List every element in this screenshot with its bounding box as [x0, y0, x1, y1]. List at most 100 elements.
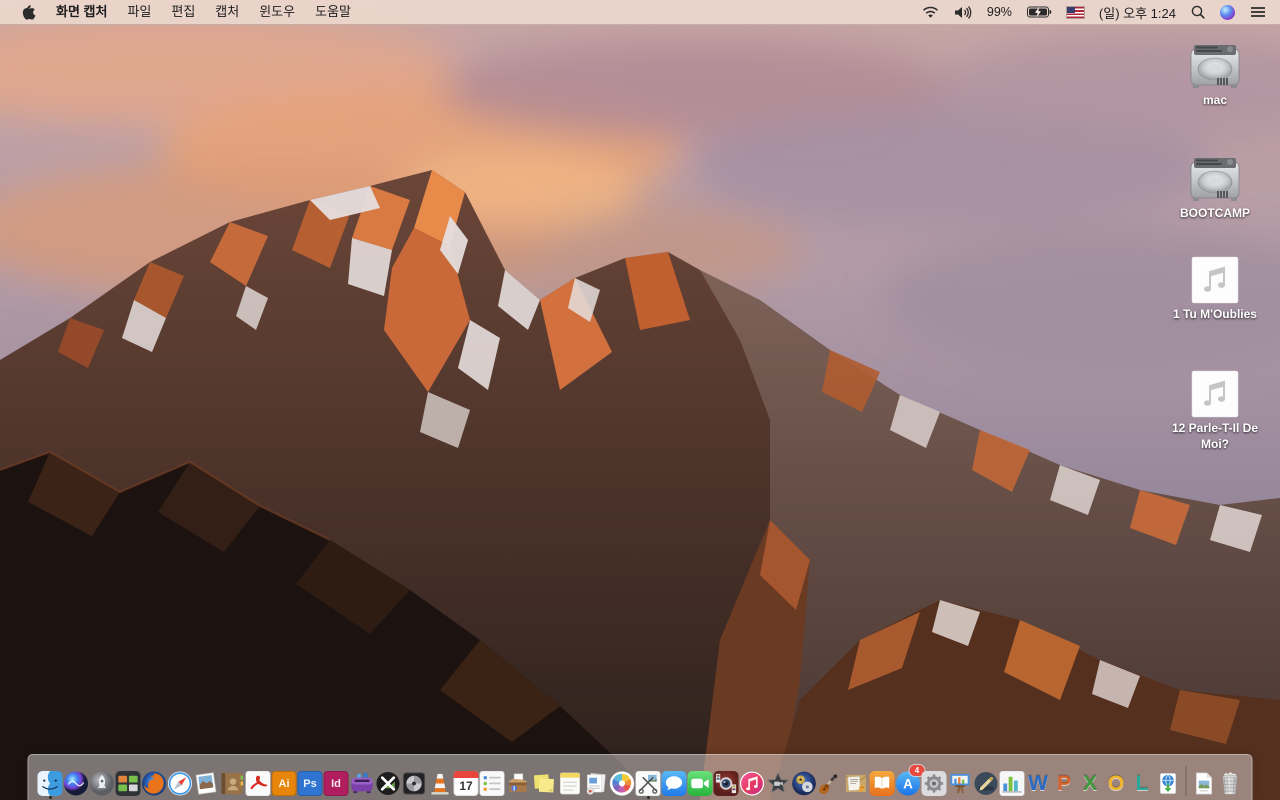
dock-icon-garageband[interactable]	[818, 768, 843, 796]
dock-icon-mission-control[interactable]	[115, 768, 141, 796]
notification-center-icon[interactable]	[1246, 6, 1270, 18]
siri-icon[interactable]	[1216, 4, 1239, 20]
desktop-icon-audio-12[interactable]: 12 Parle-T-Il De Moi?	[1155, 370, 1275, 452]
firefox-icon	[141, 771, 167, 796]
dock-icon-lync[interactable]: L	[1130, 768, 1155, 796]
dock-icon-photoshop[interactable]: Ps	[297, 768, 323, 796]
dock-icon-dvd-player[interactable]	[792, 768, 817, 796]
dock-icon-image-file[interactable]	[1192, 768, 1217, 796]
dock-icon-excel[interactable]: X	[1078, 768, 1103, 796]
dock-icon-vlc[interactable]	[428, 768, 453, 796]
dock-icon-calendar[interactable]: 17	[453, 768, 479, 796]
dock-icon-reminders[interactable]	[479, 768, 505, 796]
dock-icon-ibooks[interactable]	[869, 768, 895, 796]
wifi-icon[interactable]	[918, 6, 943, 19]
battery-charging-icon[interactable]	[1023, 6, 1056, 18]
calendar-day-number: 17	[459, 779, 473, 793]
dock-icon-launchpad[interactable]	[89, 768, 115, 796]
dock-icon-itunes[interactable]	[739, 768, 765, 796]
desktop-icon-label: 1 Tu M'Oublies	[1173, 307, 1257, 321]
dock-icon-siri[interactable]	[63, 768, 89, 796]
desktop-icon-label: mac	[1202, 93, 1228, 107]
menu-bar-status: 99% (일) 오후 1:24	[918, 0, 1280, 24]
dock-icon-finder[interactable]	[37, 768, 63, 799]
dock-icon-documents-app[interactable]	[584, 768, 609, 796]
desktop-icon-bootcamp[interactable]: BOOTCAMP	[1155, 155, 1275, 222]
dock-icon-photo-booth[interactable]	[713, 768, 739, 796]
vlc-icon	[428, 771, 453, 796]
dock-icon-photos[interactable]	[609, 768, 635, 796]
xee-icon	[376, 771, 401, 796]
dock-icon-disk-tool[interactable]	[402, 768, 427, 796]
dock-icon-contacts[interactable]	[220, 768, 245, 796]
volume-icon[interactable]	[950, 5, 976, 19]
dock-icon-preview[interactable]	[194, 768, 219, 796]
spotlight-search-icon[interactable]	[1187, 5, 1209, 19]
finder-icon	[37, 771, 63, 796]
dock-icon-stickies[interactable]	[532, 768, 557, 796]
menu-clock[interactable]: (일) 오후 1:24	[1095, 3, 1180, 22]
dock-icon-app-store[interactable]: A4	[895, 765, 925, 796]
reminders-icon	[479, 771, 505, 796]
apple-menu-icon[interactable]	[12, 4, 46, 20]
dock-icon-messages[interactable]	[661, 768, 687, 796]
dock-icon-outlook[interactable]: O	[1104, 768, 1129, 796]
photo-booth-icon	[713, 771, 739, 796]
dock-icon-powerpoint[interactable]: P	[1052, 768, 1077, 796]
desktop-icon-label: BOOTCAMP	[1180, 206, 1250, 220]
desktop-icon-audio-1[interactable]: 1 Tu M'Oublies	[1155, 256, 1275, 323]
messages-icon	[661, 771, 687, 796]
running-indicator-dot	[646, 796, 650, 799]
menu-window[interactable]: 윈도우	[249, 0, 305, 24]
dock-icon-archive-utility[interactable]	[506, 768, 531, 796]
menu-help[interactable]: 도움말	[305, 0, 361, 24]
menu-file[interactable]: 파일	[117, 0, 161, 24]
dock-icon-pages[interactable]	[974, 768, 999, 796]
ibooks-icon	[869, 771, 895, 796]
image-file-icon	[1192, 771, 1217, 796]
dock-icon-acrobat[interactable]	[245, 768, 271, 796]
photoshop-letters: Ps	[297, 771, 323, 796]
dock-icon-ms-update[interactable]	[1156, 768, 1181, 796]
lync-icon: L	[1130, 771, 1155, 796]
calendar-icon: 17	[453, 771, 479, 796]
dock-icon-envelope-docs[interactable]	[844, 768, 869, 796]
word-letter: W	[1028, 772, 1048, 795]
excel-letter: X	[1082, 772, 1097, 795]
illustrator-letters: Ai	[271, 771, 297, 796]
dock-icon-trash[interactable]	[1218, 768, 1243, 796]
dock-icon-toast[interactable]	[350, 768, 375, 796]
dock-icon-keynote[interactable]	[948, 768, 973, 796]
audio-file-icon	[1189, 370, 1241, 418]
dock-icon-facetime[interactable]	[687, 768, 713, 796]
dock-icon-word[interactable]: W	[1026, 768, 1051, 796]
menu-app-name[interactable]: 화면 캡처	[46, 0, 117, 24]
desktop-icon-mac[interactable]: mac	[1155, 42, 1275, 109]
powerpoint-letter: P	[1056, 772, 1071, 795]
garageband-icon	[818, 771, 843, 796]
dock-separator	[1185, 766, 1187, 796]
dock-icon-illustrator[interactable]: Ai	[271, 768, 297, 796]
dock-icon-firefox[interactable]	[141, 768, 167, 796]
dock-icon-grab[interactable]	[635, 768, 661, 799]
battery-percent: 99%	[986, 5, 1012, 19]
dock-icon-notes[interactable]	[558, 768, 583, 796]
facetime-icon	[687, 771, 713, 796]
lync-letter: L	[1135, 772, 1149, 795]
dock-icon-numbers[interactable]	[999, 768, 1025, 796]
wallpaper-art	[0, 0, 1280, 800]
menu-capture[interactable]: 캡처	[205, 0, 249, 24]
menu-edit[interactable]: 편집	[161, 0, 205, 24]
pages-icon	[974, 771, 999, 796]
dock-icon-xee[interactable]	[376, 768, 401, 796]
photoshop-icon: Ps	[297, 771, 323, 796]
dock-icon-indesign[interactable]: Id	[323, 768, 349, 796]
dock-icon-imovie[interactable]	[766, 768, 791, 796]
us-flag-icon[interactable]	[1063, 5, 1088, 19]
dock-icon-system-preferences[interactable]	[921, 768, 947, 796]
running-indicator-dot	[48, 796, 52, 799]
dock-icon-safari[interactable]	[167, 768, 193, 796]
outlook-icon: O	[1104, 771, 1129, 796]
trash-icon	[1218, 771, 1243, 796]
illustrator-icon: Ai	[271, 771, 297, 796]
